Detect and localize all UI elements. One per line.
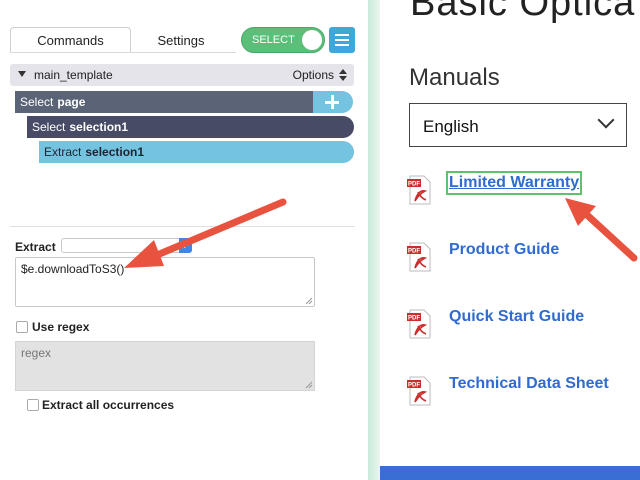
menu-button[interactable] bbox=[329, 27, 355, 53]
extract-all-checkbox[interactable] bbox=[27, 399, 39, 411]
toggle-label: SELECT bbox=[252, 34, 295, 46]
extract-label: Extract bbox=[15, 240, 56, 254]
manual-link-technical-data-sheet[interactable]: Technical Data Sheet bbox=[449, 375, 609, 393]
extract-code-input[interactable] bbox=[15, 257, 315, 307]
pdf-icon: PDF bbox=[407, 242, 431, 272]
tab-divider bbox=[10, 52, 236, 53]
command-target: selection1 bbox=[69, 120, 129, 134]
pdf-icon-label: PDF bbox=[408, 316, 420, 322]
panel-separator bbox=[368, 0, 380, 480]
pdf-icon: PDF bbox=[407, 175, 431, 205]
command-verb: Select bbox=[32, 120, 66, 134]
command-select-selection[interactable]: Select selection1 bbox=[27, 116, 354, 138]
language-select[interactable]: English bbox=[409, 103, 627, 147]
template-name: main_template bbox=[34, 68, 113, 82]
toggle-knob bbox=[302, 30, 322, 50]
extract-all-label: Extract all occurrences bbox=[42, 398, 175, 412]
pdf-icon: PDF bbox=[407, 309, 431, 339]
tab-settings[interactable]: Settings bbox=[131, 27, 231, 53]
extension-panel: Commands Settings SELECT main_template O… bbox=[0, 0, 368, 480]
tab-commands[interactable]: Commands bbox=[10, 27, 131, 53]
extract-type-select[interactable] bbox=[61, 238, 192, 253]
pdf-icon-label: PDF bbox=[408, 383, 420, 389]
caret-down-icon[interactable] bbox=[18, 71, 26, 77]
use-regex-label: Use regex bbox=[32, 320, 90, 334]
manual-link-product-guide[interactable]: Product Guide bbox=[449, 241, 559, 259]
regex-input[interactable] bbox=[15, 341, 315, 391]
hamburger-icon bbox=[335, 34, 349, 36]
resize-grip-icon[interactable] bbox=[305, 297, 313, 305]
options-dropdown[interactable]: Options bbox=[293, 68, 334, 82]
footer-bar bbox=[380, 466, 640, 480]
use-regex-checkbox[interactable] bbox=[16, 321, 28, 333]
language-value: English bbox=[423, 117, 479, 136]
add-command-button[interactable] bbox=[313, 91, 353, 113]
command-verb: Select bbox=[20, 95, 54, 109]
manual-link-quick-start-guide[interactable]: Quick Start Guide bbox=[449, 308, 584, 326]
pdf-icon-label: PDF bbox=[408, 249, 420, 255]
select-mode-toggle[interactable]: SELECT bbox=[241, 27, 325, 53]
screen: Commands Settings SELECT main_template O… bbox=[0, 0, 640, 480]
hamburger-icon bbox=[335, 44, 349, 46]
manuals-heading: Manuals bbox=[409, 64, 500, 91]
page-title: Basic Optica bbox=[410, 0, 636, 24]
pdf-icon-label: PDF bbox=[408, 182, 420, 188]
command-extract-selection[interactable]: Extract selection1 bbox=[39, 141, 354, 163]
hamburger-icon bbox=[335, 39, 349, 41]
chevron-down-icon[interactable] bbox=[179, 238, 192, 253]
command-target: selection1 bbox=[85, 145, 145, 159]
command-target: page bbox=[57, 95, 86, 109]
chevron-down-icon bbox=[597, 111, 615, 129]
web-page: Basic Optica Manuals English PDF PDF PDF bbox=[380, 0, 640, 480]
resize-grip-icon[interactable] bbox=[305, 381, 313, 389]
template-header[interactable]: main_template Options bbox=[10, 64, 354, 86]
manual-link-limited-warranty[interactable]: Limited Warranty bbox=[445, 171, 583, 195]
pdf-icon: PDF bbox=[407, 376, 431, 406]
section-divider bbox=[10, 226, 355, 227]
command-select-page[interactable]: Select page bbox=[15, 91, 313, 113]
sort-arrows-icon[interactable] bbox=[339, 68, 347, 82]
command-verb: Extract bbox=[44, 145, 82, 159]
